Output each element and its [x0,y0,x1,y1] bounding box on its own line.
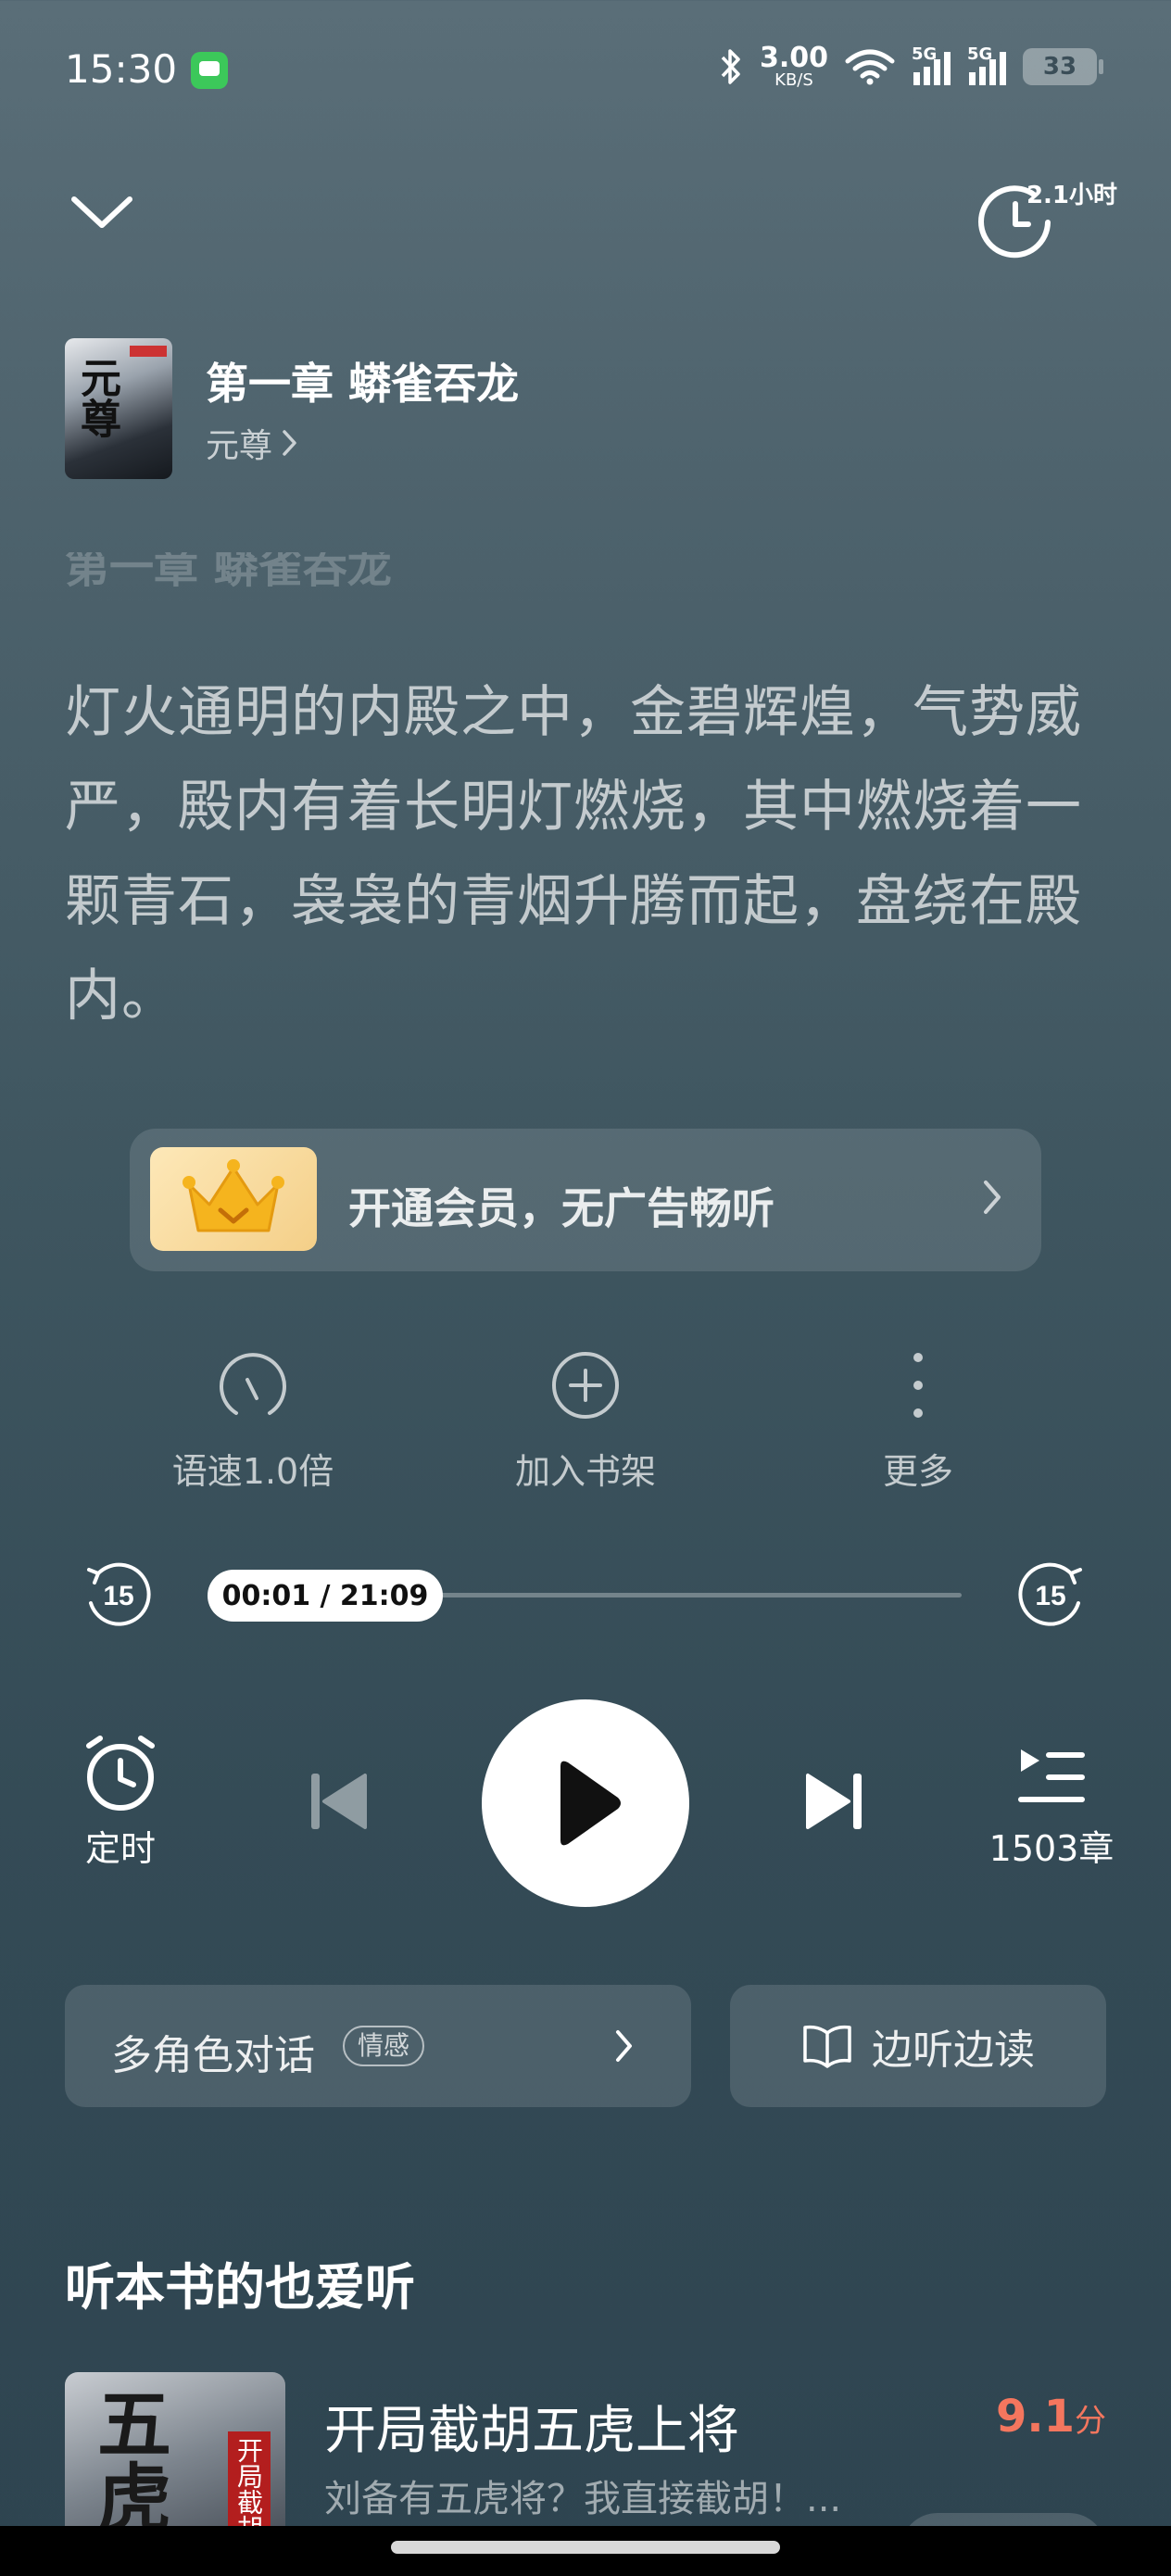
chevron-down-icon [71,196,132,228]
net-speed: 3.00 KB/S [760,44,828,89]
status-time: 15:30 [65,46,178,92]
more-button[interactable]: 更多 [816,1348,1020,1494]
book-name-link[interactable]: 元尊 [206,419,300,467]
wifi-icon [845,49,895,85]
signal-icon: 5G [912,44,951,85]
book-cover[interactable]: 元尊 [65,338,172,479]
more-label: 更多 [882,1451,953,1492]
chevron-right-icon [283,430,296,456]
chapter-text: 灯火通明的内殿之中，金碧辉煌，气势威严，殿内有着长明灯燃烧，其中燃烧着一颗青石，… [65,680,1082,1029]
rewind-15-button[interactable]: 15 [80,1557,154,1631]
vip-text: 开通会员，无广告畅听 [348,1183,774,1233]
timer-button[interactable]: 定时 [56,1733,185,1871]
svg-text:15: 15 [103,1581,133,1611]
playlist-icon [1018,1749,1085,1802]
forward-15-icon: 15 [1018,1562,1082,1626]
score-value: 9.1 [995,2391,1075,2443]
chevron-right-icon [984,1181,1001,1214]
skip-previous-icon [311,1774,367,1829]
battery-icon: 33 [1023,48,1103,85]
faded-chapter-heading: 第一章 蟒雀吞龙 [65,552,392,593]
vip-banner[interactable]: 开通会员，无广告畅听 [130,1129,1041,1271]
cover-title: 元尊 [73,357,120,438]
multi-role-label: 多角色对话 [111,2032,315,2079]
book-name: 元尊 [206,427,273,465]
recommend-description: 刘备有五虎将？我直接截胡！... [324,2478,842,2520]
rewind-15-icon: 15 [87,1562,151,1626]
recommend-score: 9.1分 [996,2391,1106,2443]
alarm-clock-icon [86,1736,155,1811]
next-chapter-button[interactable] [799,1766,869,1840]
listen-read-button[interactable]: 边听边读 [730,1985,1106,2107]
signal-icon-2: 5G [967,44,1006,85]
speedometer-icon [220,1353,286,1415]
chapters-label: 1503章 [988,1828,1114,1869]
speed-label: 语速1.0倍 [171,1451,334,1492]
forward-15-button[interactable]: 15 [1015,1557,1089,1631]
more-vertical-icon [913,1353,923,1418]
net-speed-unit: KB/S [774,70,813,90]
home-indicator[interactable] [391,2541,780,2554]
multi-role-dialogue-button[interactable]: 多角色对话 情感 [65,1985,691,2107]
add-shelf-label: 加入书架 [514,1451,656,1492]
sleep-timer-button[interactable]: 2.1小时 [978,176,1117,259]
chevron-right-icon [616,2030,632,2062]
svg-text:15: 15 [1035,1581,1065,1611]
chapter-list-button[interactable]: 1503章 [982,1733,1121,1871]
listen-read-label: 边听边读 [872,2027,1035,2074]
recommend-title[interactable]: 开局截胡五虎上将 [324,2389,739,2464]
signal-tag-2: 5G [967,44,993,64]
add-shelf-button[interactable]: 加入书架 [484,1348,687,1494]
score-unit: 分 [1075,2403,1106,2440]
collapse-button[interactable] [65,181,139,246]
progress-thumb[interactable]: 00:01 / 21:09 [208,1570,443,1622]
play-icon [560,1761,621,1846]
chapter-title: 第一章 蟒雀吞龙 [206,359,520,409]
emotion-tag: 情感 [343,2026,425,2066]
battery-level: 33 [1042,53,1077,81]
cover-badge [130,346,167,357]
previous-chapter-button[interactable] [304,1766,374,1840]
crown-icon [150,1147,317,1251]
status-icons: 3.00 KB/S 5G 5G 33 [719,44,1103,89]
sleep-timer-label: 2.1小时 [1026,182,1117,209]
skip-next-icon [806,1774,862,1829]
speed-button[interactable]: 语速1.0倍 [151,1348,355,1494]
timer-label: 定时 [84,1828,156,1869]
open-book-icon [803,2025,851,2068]
plus-circle-icon [552,1352,619,1419]
signal-tag: 5G [912,44,938,64]
bluetooth-icon [721,49,740,84]
message-app-icon [191,52,228,89]
net-speed-value: 3.00 [759,42,828,74]
play-button[interactable] [482,1699,689,1907]
recommend-heading: 听本书的也爱听 [65,2258,415,2317]
